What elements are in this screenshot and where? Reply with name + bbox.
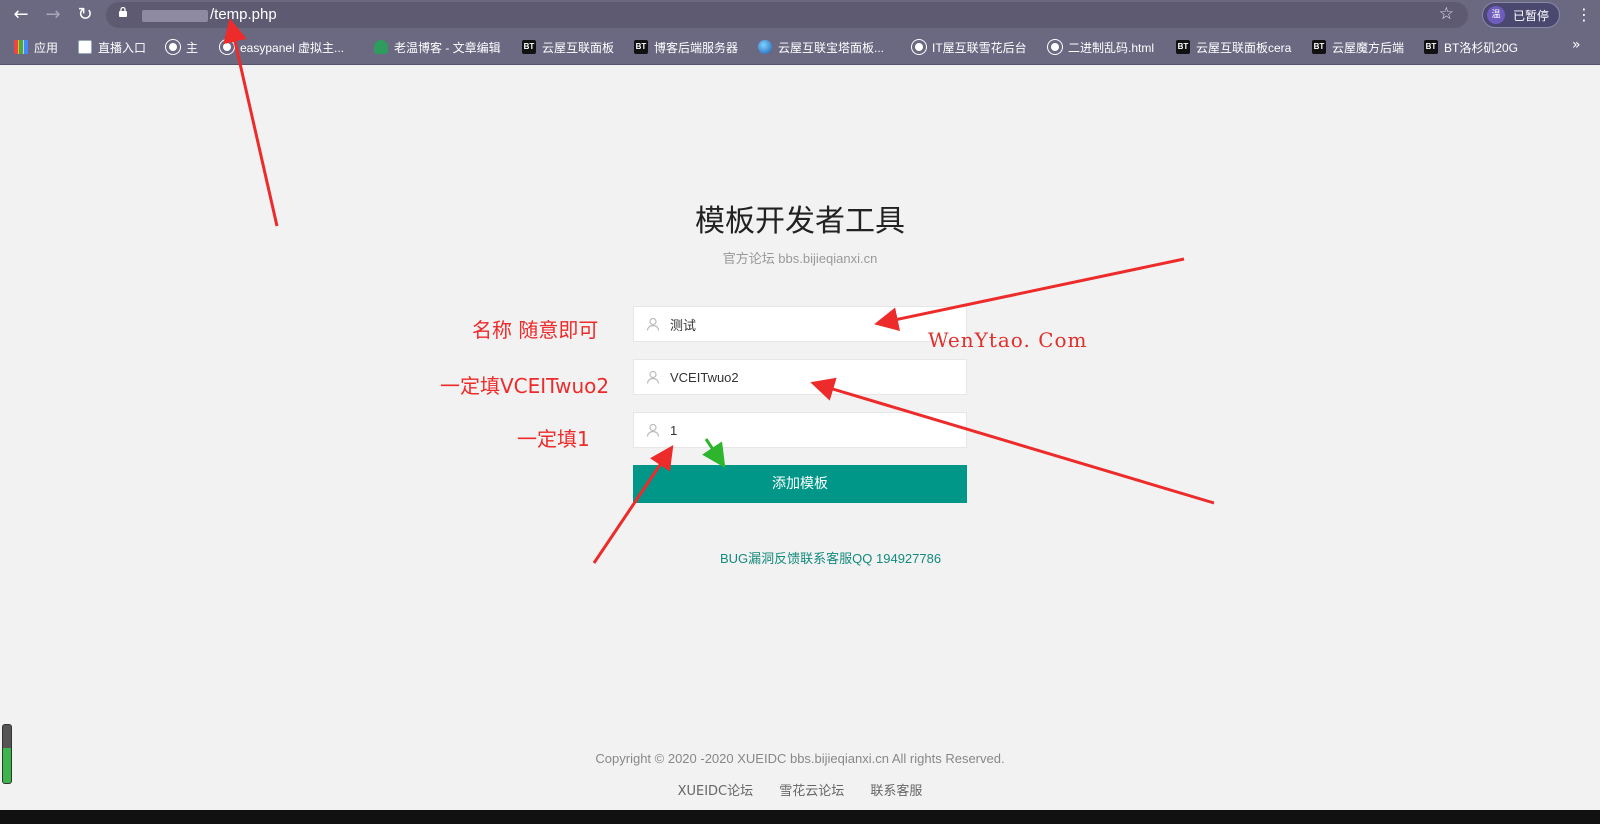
ball-icon	[758, 40, 772, 54]
bookmark-item[interactable]: IT屋互联雪花后台	[912, 39, 1027, 55]
globe-icon	[220, 40, 234, 54]
bookmark-label: easypanel 虚拟主...	[240, 40, 345, 55]
blurred-domain	[142, 10, 208, 22]
bookmark-label: 二进制乱码.html	[1068, 40, 1155, 55]
user-icon	[646, 423, 660, 437]
annotation-name-hint: 名称 随意即可	[472, 318, 599, 342]
bookmark-label: 主	[186, 40, 199, 55]
bookmark-item[interactable]: 老温博客 - 文章编辑	[374, 39, 501, 55]
bt-icon: BT	[634, 40, 648, 54]
bt-icon: BT	[1176, 40, 1190, 54]
bookmark-label: 博客后端服务器	[654, 40, 739, 55]
bookmark-item[interactable]: easypanel 虚拟主...	[220, 39, 344, 55]
reload-icon[interactable]: ↻	[74, 4, 96, 26]
footer-link[interactable]: XUEIDC论坛	[678, 784, 754, 799]
bookmark-item[interactable]: 直播入口	[78, 39, 146, 55]
bookmark-item[interactable]: BT 博客后端服务器	[634, 39, 738, 55]
address-bar[interactable]: /temp.php ☆	[106, 2, 1468, 28]
bt-icon: BT	[1312, 40, 1326, 54]
address-path: /temp.php	[210, 6, 277, 23]
user-icon	[646, 370, 660, 384]
template-name-input[interactable]	[670, 307, 950, 341]
footer-link[interactable]: 联系客服	[870, 784, 922, 799]
template-key-input[interactable]	[670, 360, 950, 394]
bookmark-apps[interactable]: 应用	[14, 39, 58, 55]
bookmark-label: 云屋互联面板cera	[1196, 40, 1292, 55]
bookmark-item[interactable]: 云屋互联宝塔面板...	[758, 39, 884, 55]
bookmark-item[interactable]: 二进制乱码.html	[1048, 39, 1154, 55]
bookmark-label: 云屋互联面板	[542, 40, 615, 55]
page-title: 模板开发者工具	[695, 204, 905, 239]
taskbar-strip	[0, 810, 1600, 824]
bookmark-item[interactable]: BT 云屋互联面板cera	[1176, 39, 1291, 55]
back-icon[interactable]: ←	[10, 4, 32, 26]
template-number-input[interactable]	[670, 413, 950, 447]
bookmarks-bar: 应用 直播入口 主 easypanel 虚拟主... 老温博客 - 文章编辑 B…	[0, 30, 1600, 65]
globe-icon	[912, 40, 926, 54]
lock-icon	[119, 7, 127, 17]
forward-icon[interactable]: →	[42, 4, 64, 26]
bug-report-link[interactable]: BUG漏洞反馈联系客服QQ 194927786	[720, 548, 941, 567]
avatar: 温	[1487, 6, 1505, 24]
bookmark-label: 直播入口	[98, 40, 147, 55]
bt-icon: BT	[1424, 40, 1438, 54]
page-subtitle: 官方论坛 bbs.bijieqianxi.cn	[722, 251, 878, 266]
template-key-field	[633, 359, 967, 395]
annotation-key-hint: 一定填VCEITwuo2	[440, 374, 610, 398]
bookmark-item[interactable]: BT 云屋魔方后端	[1312, 39, 1404, 55]
add-template-button[interactable]: 添加模板	[633, 465, 967, 503]
bookmark-label: BT洛杉矶20G	[1444, 40, 1519, 55]
document-icon	[78, 40, 92, 54]
template-name-field	[633, 306, 967, 342]
more-bookmarks-icon[interactable]: »	[1572, 37, 1581, 53]
menu-icon[interactable]: ⋮	[1576, 4, 1592, 26]
bookmark-item[interactable]: BT 云屋互联面板	[522, 39, 614, 55]
bookmark-label: 应用	[34, 40, 59, 55]
footer-link[interactable]: 雪花云论坛	[779, 784, 844, 799]
copyright-text: Copyright © 2020 -2020 XUEIDC bbs.bijieq…	[595, 751, 1005, 766]
scroll-widget	[2, 724, 12, 784]
browser-toolbar: ← → ↻ /temp.php ☆ 温 已暂停 ⋮	[0, 0, 1600, 30]
profile-status: 已暂停	[1513, 9, 1550, 23]
bt-icon: BT	[522, 40, 536, 54]
bookmark-star-icon[interactable]: ☆	[1439, 4, 1454, 24]
bookmark-label: IT屋互联雪花后台	[932, 40, 1027, 55]
bookmark-label: 云屋互联宝塔面板...	[778, 40, 885, 55]
bookmark-item[interactable]: BT BT洛杉矶20G	[1424, 39, 1518, 55]
template-number-field	[633, 412, 967, 448]
tree-icon	[374, 40, 388, 54]
globe-icon	[1048, 40, 1062, 54]
annotation-number-hint: 一定填1	[517, 427, 590, 451]
bookmark-item[interactable]: 主	[166, 39, 198, 55]
profile-button[interactable]: 温 已暂停	[1482, 2, 1560, 28]
bookmark-label: 老温博客 - 文章编辑	[394, 40, 501, 55]
user-icon	[646, 317, 660, 331]
footer-links: XUEIDC论坛 雪花云论坛 联系客服	[0, 780, 1600, 799]
globe-icon	[166, 40, 180, 54]
apps-grid-icon	[14, 40, 28, 54]
bookmark-label: 云屋魔方后端	[1332, 40, 1405, 55]
watermark: WenYtao. Com	[928, 328, 1088, 352]
